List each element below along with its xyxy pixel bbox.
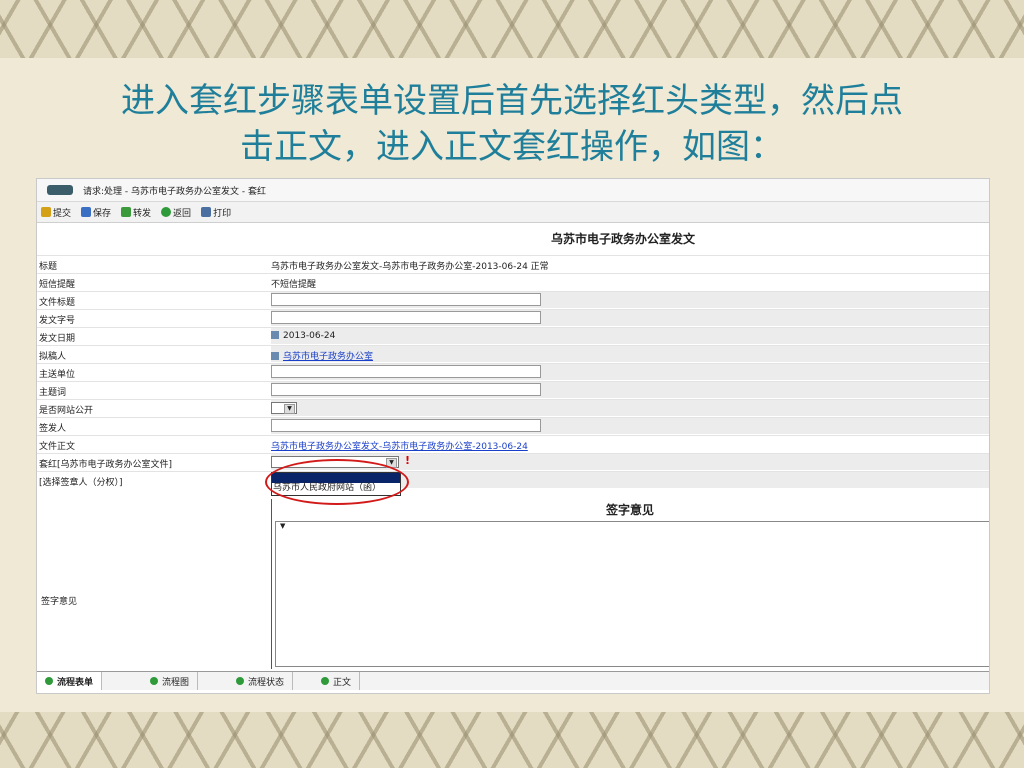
drafter-link[interactable]: 乌苏市电子政务办公室 bbox=[283, 352, 373, 362]
print-icon bbox=[201, 207, 212, 217]
signature-textarea[interactable]: ▼ bbox=[275, 521, 989, 667]
tab-label: 流程状态 bbox=[248, 677, 285, 688]
field-label: 主送单位 bbox=[39, 370, 76, 380]
required-mark: ! bbox=[405, 454, 411, 467]
tab-status-icon bbox=[45, 677, 53, 685]
divider bbox=[271, 499, 272, 669]
field-label: 拟稿人 bbox=[39, 352, 67, 362]
field-label: 发文字号 bbox=[39, 316, 76, 326]
field-row-redhead: 套红[乌苏市电子政务办公室文件] ▼ ! bbox=[37, 453, 989, 471]
tab-process-form[interactable]: 流程表单 bbox=[37, 672, 103, 690]
field-row-sms: 短信提醒 不短信提醒 bbox=[37, 273, 989, 291]
field-row-keywords: 主题词 bbox=[37, 381, 989, 399]
field-label: 标题 bbox=[39, 262, 58, 272]
person-picker-icon[interactable] bbox=[271, 352, 279, 360]
title-value: 乌苏市电子政务办公室发文-乌苏市电子政务办公室-2013-06-24 正常 bbox=[271, 262, 549, 272]
field-row-main-unit: 主送单位 bbox=[37, 363, 989, 381]
field-row-signer: 签发人 bbox=[37, 417, 989, 435]
submit-label: 提交 bbox=[53, 208, 72, 219]
field-label: 套红[乌苏市电子政务办公室文件] bbox=[39, 460, 173, 470]
tab-body[interactable]: 正文 bbox=[313, 672, 361, 690]
tab-label: 流程图 bbox=[162, 677, 190, 688]
signer-input[interactable] bbox=[271, 419, 541, 432]
signature-title: 签字意见 bbox=[605, 503, 654, 517]
decorative-border-top bbox=[0, 0, 1024, 58]
chevron-down-icon: ▼ bbox=[284, 404, 295, 414]
field-label: 文件标题 bbox=[39, 298, 76, 308]
submit-button[interactable]: 提交 bbox=[41, 206, 71, 219]
body-link[interactable]: 乌苏市电子政务办公室发文-乌苏市电子政务办公室-2013-06-24 bbox=[271, 439, 528, 452]
doc-no-input[interactable] bbox=[271, 311, 541, 324]
field-label: 主题词 bbox=[39, 388, 67, 398]
field-label: [选择签章人（分权）] bbox=[39, 478, 123, 488]
field-label: 发文日期 bbox=[39, 334, 76, 344]
back-icon bbox=[161, 207, 172, 217]
tab-process-status[interactable]: 流程状态 bbox=[228, 672, 294, 690]
date-value: 2013-06-24 bbox=[283, 331, 336, 341]
tab-status-icon bbox=[150, 677, 159, 685]
field-row-doc-no: 发文字号 bbox=[37, 309, 989, 327]
tab-label: 流程表单 bbox=[57, 677, 94, 688]
forward-label: 转发 bbox=[133, 208, 152, 219]
print-label: 打印 bbox=[213, 208, 232, 219]
signature-section: 签字意见 ▼ 签字意见 bbox=[37, 499, 989, 669]
field-row-body: 文件正文 乌苏市电子政务办公室发文-乌苏市电子政务办公室-2013-06-24 bbox=[37, 435, 989, 453]
tab-status-icon bbox=[236, 677, 245, 685]
tab-status-icon bbox=[321, 677, 330, 685]
bottom-tabs: 流程表单 流程图 流程状态 正文 bbox=[37, 671, 989, 690]
textarea-scroll-icon: ▼ bbox=[280, 522, 286, 530]
submit-icon bbox=[41, 207, 51, 217]
calendar-icon[interactable] bbox=[271, 331, 279, 339]
field-row-doc-title: 文件标题 bbox=[37, 291, 989, 309]
print-button[interactable]: 打印 bbox=[201, 206, 231, 219]
toolbar: 提交 保存 转发 返回 打印 bbox=[37, 202, 989, 223]
slide-title-line1: 进入套红步骤表单设置后首先选择红头类型，然后点 bbox=[121, 81, 903, 121]
slide-title-line2: 击正文，进入正文套红操作，如图： bbox=[240, 127, 784, 167]
field-label: 是否网站公开 bbox=[39, 406, 94, 416]
public-select[interactable]: ▼ bbox=[271, 402, 297, 414]
field-row-date: 发文日期 2013-06-24 bbox=[37, 327, 989, 345]
save-label: 保存 bbox=[93, 208, 112, 219]
main-unit-input[interactable] bbox=[271, 365, 541, 378]
save-icon bbox=[81, 207, 92, 217]
field-label: 文件正文 bbox=[39, 442, 76, 452]
field-row-title: 标题 乌苏市电子政务办公室发文-乌苏市电子政务办公室-2013-06-24 正常 bbox=[37, 255, 989, 273]
field-row-public: 是否网站公开 ▼ bbox=[37, 399, 989, 417]
form-header: 乌苏市电子政务办公室发文 bbox=[550, 232, 695, 246]
app-screenshot: 请求:处理 - 乌苏市电子政务办公室发文 - 套红 提交 保存 转发 返回 打印… bbox=[36, 178, 990, 694]
signature-label: 签字意见 bbox=[41, 597, 78, 607]
decorative-border-bottom bbox=[0, 712, 1024, 768]
sms-value: 不短信提醒 bbox=[271, 280, 317, 290]
back-label: 返回 bbox=[173, 208, 192, 219]
field-row-drafter: 拟稿人 乌苏市电子政务办公室 bbox=[37, 345, 989, 363]
forward-icon bbox=[121, 207, 132, 217]
tab-process-chart[interactable]: 流程图 bbox=[142, 672, 199, 690]
save-button[interactable]: 保存 bbox=[81, 206, 111, 219]
field-label: 短信提醒 bbox=[39, 280, 76, 290]
window-title: 请求:处理 - 乌苏市电子政务办公室发文 - 套红 bbox=[83, 186, 266, 197]
forward-button[interactable]: 转发 bbox=[121, 206, 151, 219]
tab-label: 正文 bbox=[333, 677, 352, 688]
keywords-input[interactable] bbox=[271, 383, 541, 396]
field-label: 签发人 bbox=[39, 424, 67, 434]
doc-title-input[interactable] bbox=[271, 293, 541, 306]
back-button[interactable]: 返回 bbox=[161, 206, 191, 219]
slide-title: 进入套红步骤表单设置后首先选择红头类型，然后点 击正文，进入正文套红操作，如图： bbox=[40, 78, 984, 170]
field-row-seal: [选择签章人（分权）] bbox=[37, 471, 989, 489]
app-logo-icon bbox=[47, 185, 73, 195]
window-titlebar: 请求:处理 - 乌苏市电子政务办公室发文 - 套红 bbox=[37, 179, 989, 202]
